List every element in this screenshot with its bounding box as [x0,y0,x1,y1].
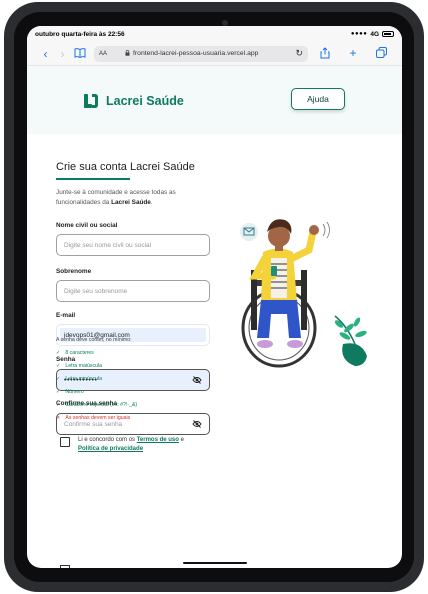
check-icon: ✓ [56,363,61,369]
password-rules-title: A senha deve conter, no mínimo: [56,337,132,343]
logo-mark-icon [84,94,98,108]
error-icon: ✕ [56,415,61,421]
share-icon[interactable] [314,46,336,61]
wheelchair-user-illustration [240,219,367,368]
home-indicator [183,562,247,564]
password-label: Senha [56,356,76,363]
password-rule: ✓ Número [56,389,84,395]
subtitle-suffix: . [150,199,153,206]
forward-icon[interactable]: › [54,48,71,60]
password-rule: ✓ Caractere especial (ex: #?!-_&) [56,402,137,408]
lacrei-logo[interactable]: Lacrei Saúde [84,94,184,108]
rule-text: Letra minúscula [65,376,102,382]
surname-field[interactable]: Digite seu sobrenome [56,280,210,302]
email-label: E-mail [56,312,76,319]
second-checkbox[interactable] [60,565,70,568]
check-icon: ✓ [56,402,61,408]
check-icon: ✓ [56,389,61,395]
rule-text: Letra maiúscula [65,363,102,369]
check-icon: ✓ [56,376,61,382]
address-bar[interactable]: AA frontend-lacrei-pessoa-usuaria.vercel… [94,45,308,62]
terms-middle: e [178,437,184,443]
terms-row: Li e concordo com os Termos de uso e Pol… [60,436,184,454]
tabs-overview-icon[interactable] [370,46,392,61]
name-placeholder: Digite seu nome civil ou social [64,241,152,249]
password-rule: ✓ 8 caracteres [56,350,94,356]
site-header: Lacrei Saúde Ajuda [27,66,402,134]
password-rule: ✓ Letra maiúscula [56,363,102,369]
rule-text: Caractere especial (ex: #?!-_&) [65,402,138,408]
terms-checkbox[interactable] [60,437,70,447]
url-text: frontend-lacrei-pessoa-usuaria.vercel.ap… [133,50,259,57]
rule-text: As senhas devem ser iguais [65,415,131,421]
password-rule: ✓ Letra minúscula [56,376,102,382]
logo-text: Lacrei Saúde [106,94,184,108]
privacy-policy-link[interactable]: Política de privacidade [78,446,143,452]
new-tab-icon[interactable]: + [342,47,364,61]
title-underline [56,178,130,180]
name-field[interactable]: Digite seu nome civil ou social [56,234,210,256]
toolbar-actions: + [314,46,392,61]
help-button[interactable]: Ajuda [291,88,345,110]
confirm-placeholder: Confirme sua senha [64,420,123,428]
screen: outubro quarta-feira às 22:56 ●●●● 4G ‹ … [27,26,402,568]
battery-icon [382,31,394,37]
page-title: Crie sua conta Lacrei Saúde [56,161,195,173]
rule-text: 8 caracteres [65,350,94,356]
signal-icon: ●●●● [350,31,368,37]
back-icon[interactable]: ‹ [37,48,54,60]
surname-placeholder: Digite seu sobrenome [64,287,128,295]
browser-toolbar: ‹ › AA frontend-lacrei-pessoa-usuaria.ve… [27,42,402,66]
rule-text: Número [65,389,84,395]
text-size-button[interactable]: AA [99,51,107,57]
page-subtitle: Junte-se à comunidade e acesse todas as … [56,188,216,208]
name-label: Nome civil ou social [56,222,118,229]
lock-icon [125,49,130,58]
reload-icon[interactable]: ↻ [295,48,303,59]
terms-prefix: Li e concordo com os [78,437,137,443]
terms-text: Li e concordo com os Termos de uso e Pol… [78,436,184,454]
terms-of-use-link[interactable]: Termos de uso [137,437,179,443]
status-time: outubro quarta-feira às 22:56 [35,30,125,38]
status-bar: outubro quarta-feira às 22:56 ●●●● 4G [27,26,402,42]
network-type: 4G [370,30,379,38]
bookmarks-icon[interactable] [71,47,88,60]
hide-password-icon[interactable] [192,376,202,384]
subtitle-brand: Lacrei Saúde [111,199,151,206]
status-indicators: ●●●● 4G [351,31,394,38]
check-icon: ✓ [56,350,61,356]
hide-confirm-password-icon[interactable] [192,420,202,428]
password-rule-error: ✕ As senhas devem ser iguais [56,415,130,421]
surname-label: Sobrenome [56,268,92,275]
